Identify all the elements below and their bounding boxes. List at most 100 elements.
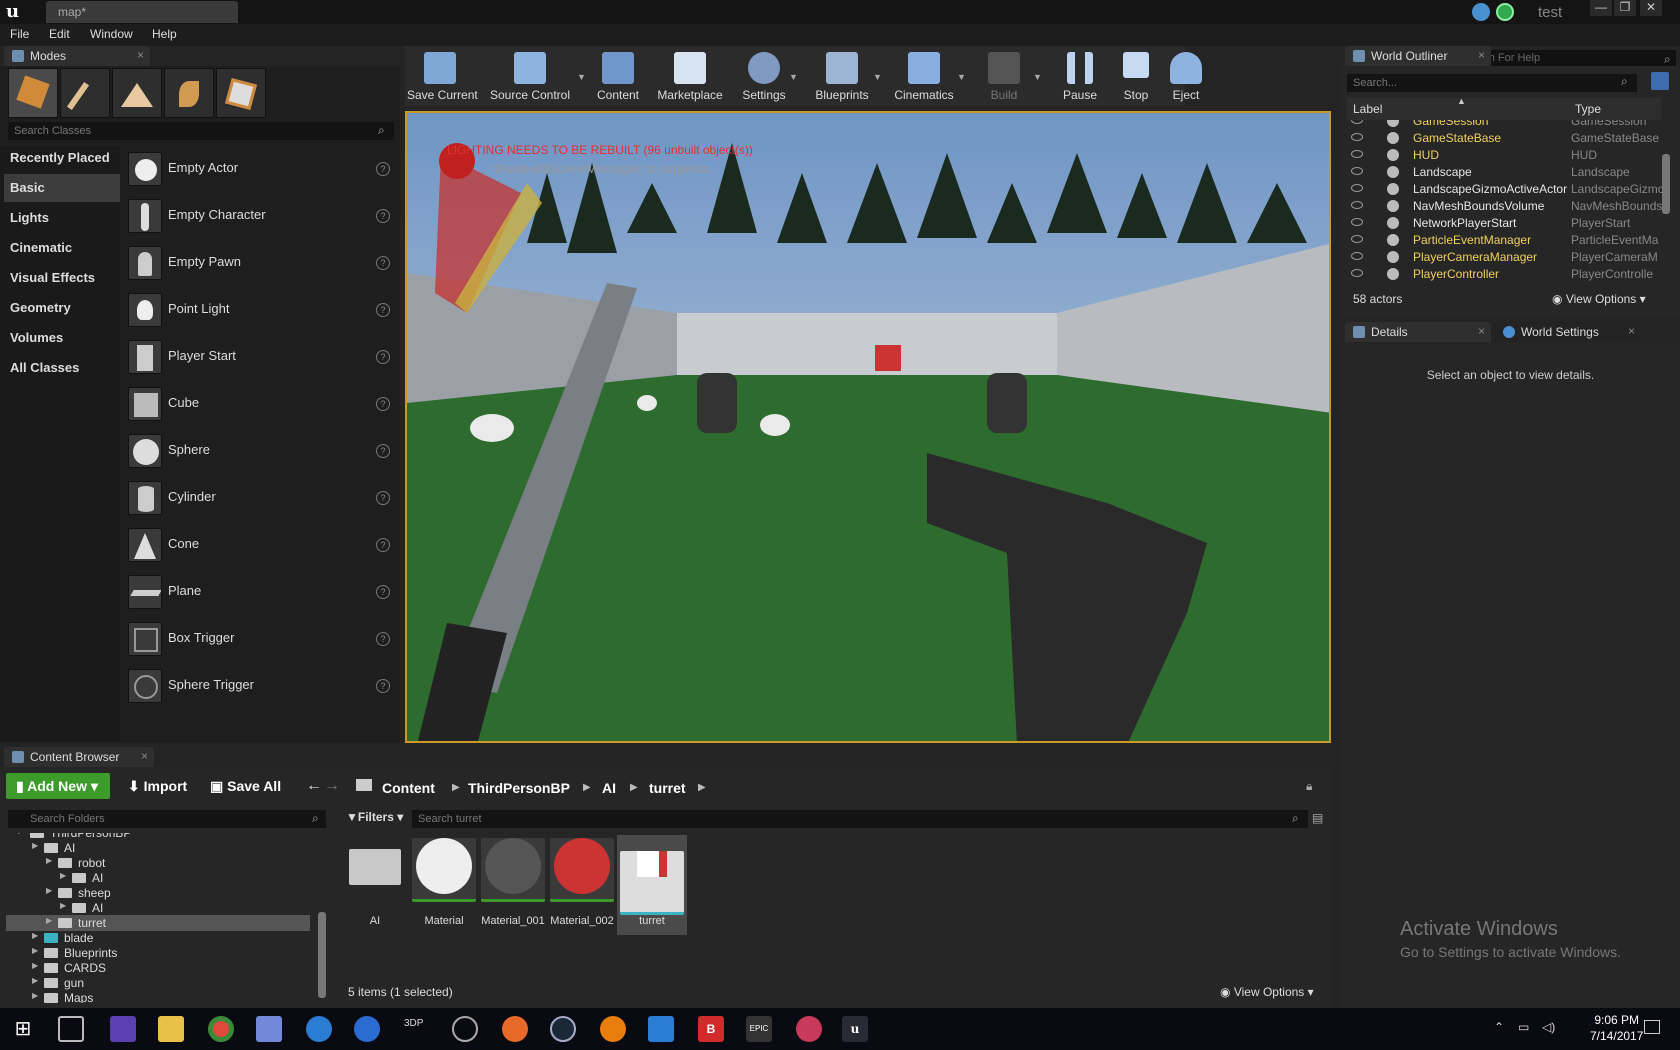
source-control-status-icon[interactable] bbox=[1496, 3, 1514, 21]
expand-arrow-icon[interactable]: ▶ bbox=[32, 946, 38, 955]
place-item-cube[interactable]: Cube? bbox=[124, 382, 396, 426]
pause-button[interactable]: Pause bbox=[1055, 46, 1105, 106]
asset-turret[interactable]: turret bbox=[617, 835, 687, 935]
outliner-row[interactable]: GameStateBase GameStateBase bbox=[1347, 129, 1661, 147]
visibility-eye-icon[interactable] bbox=[1351, 235, 1363, 243]
import-button[interactable]: ⬇ Import bbox=[118, 773, 197, 799]
chevron-down-icon[interactable]: ▼ bbox=[789, 72, 799, 82]
breadcrumb-turret[interactable]: turret bbox=[649, 780, 686, 796]
breadcrumb-ai[interactable]: AI bbox=[602, 780, 616, 796]
menu-file[interactable]: File bbox=[10, 27, 29, 41]
breadcrumb-separator-icon[interactable]: ▶ bbox=[583, 782, 591, 793]
folder-tree-item[interactable]: ▶ blade bbox=[6, 930, 310, 946]
landscape-mode-button[interactable] bbox=[112, 68, 162, 118]
close-icon[interactable]: × bbox=[1478, 48, 1485, 62]
category-volumes[interactable]: Volumes bbox=[4, 324, 120, 352]
asset-folder-ai[interactable]: AI bbox=[340, 835, 410, 935]
folder-tree-item[interactable]: ▶ Maps bbox=[6, 990, 310, 1003]
category-geometry[interactable]: Geometry bbox=[4, 294, 120, 322]
help-icon[interactable]: ? bbox=[376, 679, 390, 693]
uplay-icon[interactable] bbox=[648, 1016, 674, 1042]
tab-modes[interactable]: Modes × bbox=[4, 46, 150, 66]
foliage-mode-button[interactable] bbox=[164, 68, 214, 118]
expand-arrow-icon[interactable]: ▶ bbox=[32, 841, 38, 850]
place-item-cylinder[interactable]: Cylinder? bbox=[124, 476, 396, 520]
folder-tree-item[interactable]: ▶ CARDS bbox=[6, 960, 310, 976]
category-lights[interactable]: Lights bbox=[4, 204, 120, 232]
unreal-editor-taskbar-icon[interactable]: u bbox=[842, 1016, 868, 1042]
paint-mode-button[interactable] bbox=[60, 68, 110, 118]
visibility-eye-icon[interactable] bbox=[1351, 167, 1363, 175]
asset-material-001[interactable]: Material_001 bbox=[478, 835, 548, 935]
search-folders-input[interactable]: Search Folders bbox=[8, 810, 326, 828]
expand-arrow-icon[interactable]: ▶ bbox=[18, 833, 24, 835]
visibility-eye-icon[interactable] bbox=[1351, 133, 1363, 141]
folder-tree-scrollbar[interactable] bbox=[318, 912, 326, 998]
folder-tree-item[interactable]: ▶ AI bbox=[6, 840, 310, 856]
menu-help[interactable]: Help bbox=[152, 27, 177, 41]
outliner-row[interactable]: HUD HUD bbox=[1347, 146, 1661, 164]
tab-content-browser[interactable]: Content Browser × bbox=[4, 747, 154, 767]
content-button[interactable]: Content bbox=[595, 46, 641, 106]
expand-arrow-icon[interactable]: ▶ bbox=[32, 961, 38, 970]
filters-button[interactable]: ▼Filters ▾ bbox=[346, 810, 403, 824]
folder-tree-item[interactable]: ▶ robot bbox=[6, 855, 310, 871]
eject-button[interactable]: Eject bbox=[1163, 46, 1209, 106]
expand-arrow-icon[interactable]: ▶ bbox=[60, 901, 66, 910]
folder-tree-item[interactable]: ▶ gun bbox=[6, 975, 310, 991]
tab-world-settings[interactable]: World Settings × bbox=[1495, 322, 1641, 342]
outliner-row[interactable]: NavMeshBoundsVolume NavMeshBounds bbox=[1347, 197, 1662, 215]
breadcrumb-separator-icon[interactable]: ▶ bbox=[452, 782, 460, 793]
geometry-edit-mode-button[interactable] bbox=[216, 68, 266, 118]
visual-studio-icon[interactable] bbox=[110, 1016, 136, 1042]
visibility-eye-icon[interactable] bbox=[1351, 120, 1363, 124]
app-icon[interactable] bbox=[354, 1016, 380, 1042]
lock-icon[interactable]: 🔒︎ bbox=[1306, 779, 1312, 794]
help-icon[interactable]: ? bbox=[376, 162, 390, 176]
visibility-eye-icon[interactable] bbox=[1351, 201, 1363, 209]
tray-chevron-up-icon[interactable]: ⌃ bbox=[1494, 1020, 1504, 1034]
breadcrumb-thirdpersonbp[interactable]: ThirdPersonBP bbox=[468, 780, 570, 796]
content-view-options-button[interactable]: ◉ View Options ▾ bbox=[1220, 985, 1314, 999]
outliner-row[interactable]: PlayerCameraManager PlayerCameraM bbox=[1347, 248, 1661, 266]
level-tab[interactable]: map* bbox=[46, 1, 238, 23]
help-icon[interactable]: ? bbox=[376, 209, 390, 223]
discord-icon[interactable] bbox=[256, 1016, 282, 1042]
breadcrumb-content[interactable]: Content bbox=[382, 780, 435, 796]
stop-button[interactable]: Stop bbox=[1113, 46, 1159, 106]
menu-edit[interactable]: Edit bbox=[49, 27, 70, 41]
outliner-search-input[interactable]: Search... bbox=[1347, 74, 1637, 92]
place-item-point-light[interactable]: Point Light? bbox=[124, 288, 396, 332]
category-visual-effects[interactable]: Visual Effects bbox=[4, 264, 120, 292]
minimize-button[interactable]: — bbox=[1590, 0, 1612, 16]
category-basic[interactable]: Basic bbox=[4, 174, 120, 202]
close-icon[interactable]: × bbox=[141, 749, 148, 763]
folder-tree-item[interactable]: ▶ AI bbox=[6, 900, 310, 916]
folder-tree-item[interactable]: ▶ AI bbox=[6, 870, 310, 886]
outliner-row[interactable]: NetworkPlayerStart PlayerStart bbox=[1347, 214, 1661, 232]
forward-arrow-icon[interactable]: → bbox=[324, 777, 340, 795]
help-icon[interactable]: ? bbox=[376, 632, 390, 646]
close-icon[interactable]: × bbox=[1628, 324, 1635, 338]
system-clock[interactable]: 9:06 PM 7/14/2017 bbox=[1590, 1012, 1643, 1044]
origin-icon[interactable] bbox=[502, 1016, 528, 1042]
obs-icon[interactable] bbox=[452, 1016, 478, 1042]
place-item-player-start[interactable]: Player Start? bbox=[124, 335, 396, 379]
volume-icon[interactable]: ◁) bbox=[1542, 1020, 1555, 1034]
chevron-down-icon[interactable]: ▼ bbox=[1033, 72, 1043, 82]
close-button[interactable]: ✕ bbox=[1640, 0, 1662, 16]
paint-3d-icon[interactable]: 3DP bbox=[404, 1018, 423, 1029]
visibility-eye-icon[interactable] bbox=[1351, 184, 1363, 192]
place-item-empty-pawn[interactable]: Empty Pawn? bbox=[124, 241, 396, 285]
place-item-plane[interactable]: Plane? bbox=[124, 570, 396, 614]
tab-details[interactable]: Details × bbox=[1345, 322, 1491, 342]
category-cinematic[interactable]: Cinematic bbox=[4, 234, 120, 262]
help-icon[interactable]: ? bbox=[376, 491, 390, 505]
place-item-sphere[interactable]: Sphere? bbox=[124, 429, 396, 473]
visibility-eye-icon[interactable] bbox=[1351, 269, 1363, 277]
expand-arrow-icon[interactable]: ▶ bbox=[60, 871, 66, 880]
save-all-button[interactable]: ▣ Save All bbox=[200, 773, 291, 799]
category-all-classes[interactable]: All Classes bbox=[4, 354, 120, 382]
windows-start-icon[interactable]: ⊞ bbox=[10, 1016, 36, 1042]
task-view-icon[interactable] bbox=[58, 1016, 84, 1042]
